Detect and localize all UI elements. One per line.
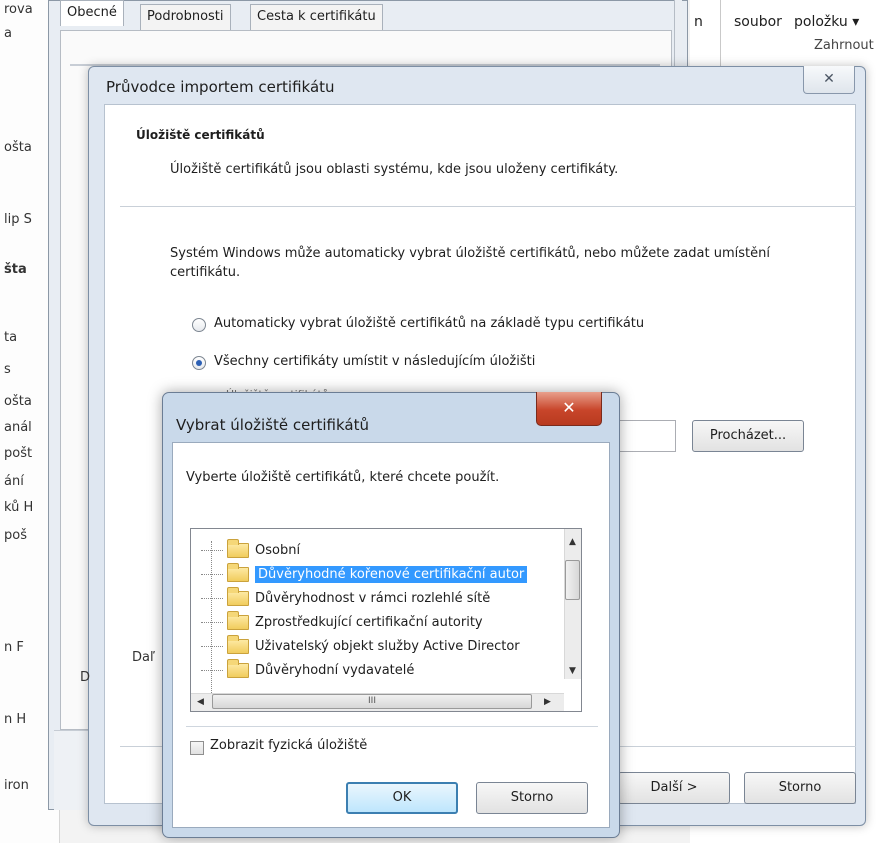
bg-sidebar-item: iron [4, 778, 29, 793]
divider [120, 206, 856, 207]
ok-button[interactable]: OK [346, 782, 458, 814]
bg-sidebar-item: anál [4, 420, 32, 435]
tree-item[interactable]: Uživatelský objekt služby Active Directo… [201, 634, 520, 657]
folder-icon [227, 562, 249, 582]
more-info-link[interactable]: Daľ [132, 650, 155, 665]
certificate-store-field[interactable] [612, 420, 676, 452]
show-physical-stores-label: Zobrazit fyzická úložiště [210, 738, 368, 753]
bg-sidebar-item: a [4, 26, 12, 41]
properties-header-line [70, 40, 660, 66]
show-physical-stores-checkbox[interactable] [190, 741, 204, 755]
bg-sidebar-item: n H [4, 712, 27, 727]
horizontal-scroll-thumb[interactable]: III [212, 694, 532, 709]
bg-sidebar-item: ků H [4, 500, 34, 515]
tree-item[interactable]: Důvěryhodní vydavatelé [201, 658, 415, 681]
bg-right-label: soubor [734, 14, 782, 30]
bg-sidebar-item: rova [4, 2, 33, 17]
bg-sidebar-item: šta [4, 262, 27, 277]
store-cancel-button[interactable]: Storno [476, 782, 588, 814]
properties-footer-text: D [80, 670, 91, 685]
folder-icon [227, 610, 249, 630]
tree-item[interactable]: Osobní [201, 538, 301, 561]
radio-place-label: Všechny certifikáty umístit v následujíc… [214, 354, 536, 369]
radio-auto-label: Automaticky vybrat úložiště certifikátů … [214, 316, 645, 331]
store-dialog-description: Vyberte úložiště certifikátů, které chce… [186, 470, 500, 485]
tree-item-label: Zprostředkující certifikační autority [255, 614, 483, 630]
tree-item[interactable]: Zprostředkující certifikační autority [201, 610, 483, 633]
radio-auto-select-store[interactable] [192, 318, 206, 332]
bg-sidebar-item: lip S [4, 212, 32, 227]
wizard-body-text: Systém Windows může automaticky vybrat ú… [170, 246, 770, 280]
bg-sidebar-item: n F [4, 640, 24, 655]
folder-icon [227, 538, 249, 558]
bg-sidebar-item: ta [4, 330, 18, 345]
bg-sidebar-item: poš [4, 528, 27, 543]
browse-button[interactable]: Procházet... [692, 420, 804, 452]
divider [186, 726, 598, 727]
tree-item[interactable]: Důvěryhodnost v rámci rozlehlé sítě [201, 586, 491, 609]
next-button[interactable]: Další > [618, 772, 730, 804]
tab-details[interactable]: Podrobnosti [140, 4, 231, 30]
store-dialog-close-button[interactable]: ✕ [536, 392, 602, 426]
tree-item-label: Osobní [255, 542, 301, 558]
store-dialog-title: Vybrat úložiště certifikátů [176, 416, 369, 434]
bg-sidebar-item: ošta [4, 394, 32, 409]
tree-item-label: Důvěryhodnost v rámci rozlehlé sítě [255, 590, 491, 606]
bg-right-label: položku ▾ [794, 14, 860, 30]
vertical-scroll-thumb[interactable] [565, 560, 580, 600]
wizard-section-title: Úložiště certifikátů [136, 128, 265, 142]
bg-sidebar-item: pošt [4, 446, 33, 461]
scroll-up-icon[interactable]: ▲ [569, 537, 576, 547]
scroll-down-icon[interactable]: ▼ [569, 666, 576, 676]
bg-right-label: n [694, 14, 703, 30]
tree-item-label: Důvěryhodné kořenové certifikační autor [255, 565, 528, 583]
wizard-cancel-button[interactable]: Storno [744, 772, 856, 804]
wizard-title: Průvodce importem certifikátu [106, 78, 335, 96]
tree-item-selected[interactable]: Důvěryhodné kořenové certifikační autor [201, 562, 528, 585]
close-icon: ✕ [562, 398, 576, 417]
vertical-scrollbar[interactable] [564, 529, 581, 679]
tab-general[interactable]: Obecné [60, 0, 124, 26]
tree-item-label: Důvěryhodní vydavatelé [255, 662, 415, 678]
folder-icon [227, 586, 249, 606]
bg-sidebar-item: ání [4, 474, 24, 489]
include-link[interactable]: Zahrnout [814, 38, 874, 53]
close-icon: ✕ [823, 71, 835, 87]
store-tree[interactable]: Osobní Důvěryhodné kořenové certifikační… [190, 528, 582, 712]
scroll-right-icon[interactable]: ▶ [544, 697, 551, 707]
wizard-close-button[interactable]: ✕ [803, 66, 855, 94]
radio-place-in-store[interactable] [192, 356, 206, 370]
tree-item-label: Uživatelský objekt služby Active Directo… [255, 638, 520, 654]
wizard-section-subtitle: Úložiště certifikátů jsou oblasti systém… [170, 162, 619, 177]
folder-icon [227, 658, 249, 678]
tab-certification-path[interactable]: Cesta k certifikátu [250, 4, 383, 30]
folder-icon [227, 634, 249, 654]
bg-sidebar-item: s [4, 362, 11, 377]
bg-sidebar-item: ošta [4, 140, 32, 155]
scroll-left-icon[interactable]: ◀ [197, 697, 204, 707]
